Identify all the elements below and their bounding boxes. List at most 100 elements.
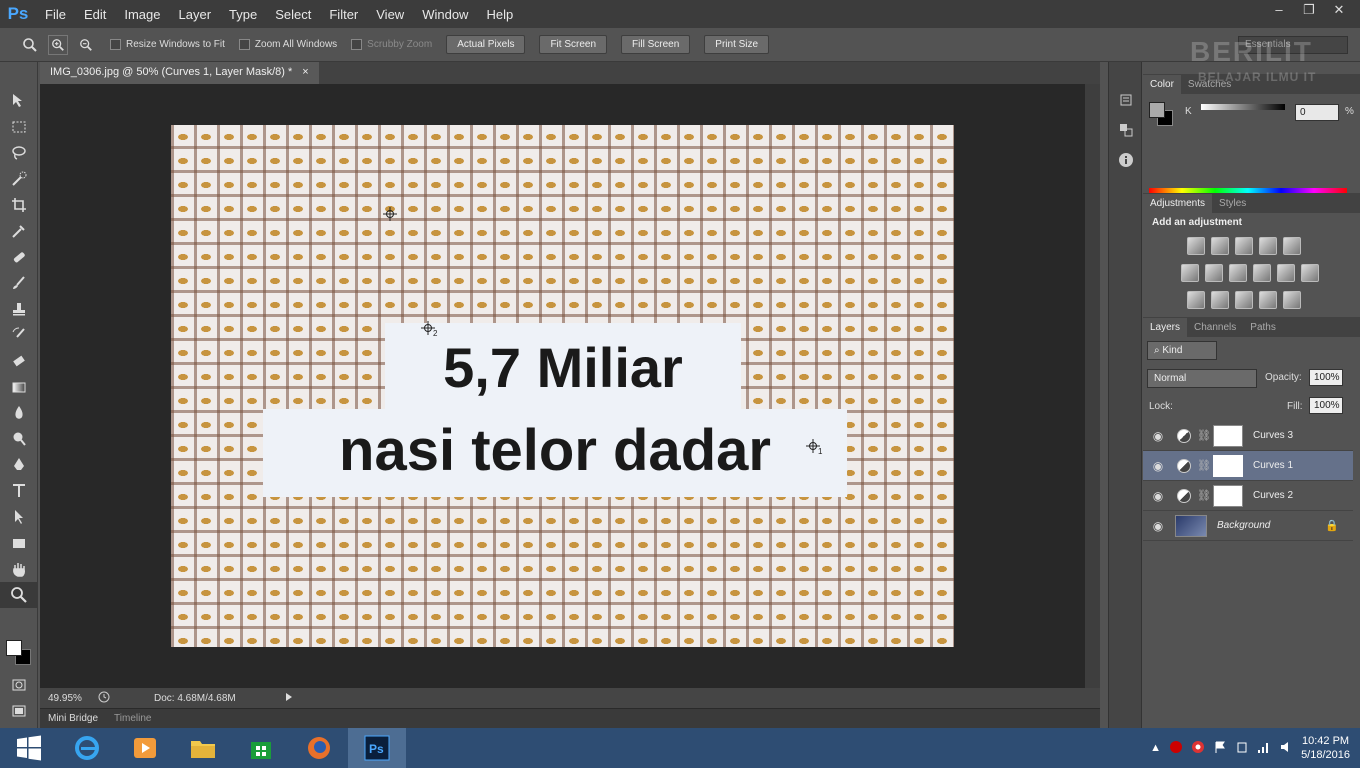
crop-tool-icon[interactable] — [0, 192, 38, 218]
menu-layer[interactable]: Layer — [170, 7, 221, 22]
tab-timeline[interactable]: Timeline — [106, 710, 159, 727]
menu-select[interactable]: Select — [266, 7, 320, 22]
file-explorer-icon[interactable] — [174, 728, 232, 768]
vibrance-adjustment-icon[interactable] — [1283, 237, 1301, 255]
signal-icon[interactable] — [1257, 740, 1271, 757]
menu-image[interactable]: Image — [115, 7, 169, 22]
restore-button[interactable]: ❐ — [1294, 0, 1324, 20]
properties-panel-icon[interactable] — [1109, 118, 1143, 142]
lasso-tool-icon[interactable] — [0, 140, 38, 166]
vertical-scrollbar[interactable] — [1085, 84, 1100, 688]
tab-styles[interactable]: Styles — [1212, 194, 1253, 213]
curves-adjustment-icon[interactable] — [1235, 237, 1253, 255]
visibility-eye-icon[interactable]: ◉ — [1143, 519, 1173, 533]
brightness-adjustment-icon[interactable] — [1187, 237, 1205, 255]
layer-mask-thumbnail[interactable] — [1213, 454, 1243, 477]
actual-pixels-button[interactable]: Actual Pixels — [446, 35, 526, 54]
zoom-tool-icon[interactable] — [20, 35, 40, 55]
eyedropper-tool-icon[interactable] — [0, 218, 38, 244]
visibility-eye-icon[interactable]: ◉ — [1143, 429, 1173, 443]
document-image[interactable]: 5,7 Miliar nasi telor dadar 2 1 — [171, 125, 954, 647]
mask-link-icon[interactable]: ⛓ — [1197, 489, 1211, 502]
menu-edit[interactable]: Edit — [75, 7, 115, 22]
channel-mixer-adjustment-icon[interactable] — [1277, 264, 1295, 282]
quick-selection-tool-icon[interactable] — [0, 166, 38, 192]
photo-filter-adjustment-icon[interactable] — [1253, 264, 1271, 282]
visibility-eye-icon[interactable]: ◉ — [1143, 489, 1173, 503]
tab-paths[interactable]: Paths — [1243, 318, 1283, 337]
rectangle-tool-icon[interactable] — [0, 530, 38, 556]
gradient-tool-icon[interactable] — [0, 374, 38, 400]
foreground-color-swatch[interactable] — [6, 640, 22, 656]
color-sampler-icon[interactable] — [383, 207, 397, 223]
tray-overflow-icon[interactable]: ▲ — [1150, 742, 1161, 754]
start-button-icon[interactable] — [0, 728, 58, 768]
tab-adjustments[interactable]: Adjustments — [1143, 194, 1213, 213]
hand-tool-icon[interactable] — [0, 556, 38, 582]
type-tool-icon[interactable] — [0, 478, 38, 504]
color-panel-foreground-swatch[interactable] — [1149, 102, 1165, 118]
marquee-tool-icon[interactable] — [0, 114, 38, 140]
power-icon[interactable] — [1235, 740, 1249, 757]
k-value-input[interactable]: 0 — [1295, 104, 1339, 121]
store-icon[interactable] — [232, 728, 290, 768]
media-player-icon[interactable] — [116, 728, 174, 768]
pen-tool-icon[interactable] — [0, 452, 38, 478]
taskbar-clock[interactable]: 10:42 PM 5/18/2016 — [1301, 734, 1350, 762]
mask-link-icon[interactable]: ⛓ — [1197, 429, 1211, 442]
visibility-eye-icon[interactable]: ◉ — [1143, 459, 1173, 473]
color-sampler-2-icon[interactable]: 2 — [421, 321, 437, 338]
fill-screen-button[interactable]: Fill Screen — [621, 35, 691, 54]
screen-mode-icon[interactable] — [0, 698, 38, 724]
firefox-icon[interactable] — [290, 728, 348, 768]
record-icon[interactable] — [1169, 740, 1183, 757]
fit-screen-button[interactable]: Fit Screen — [539, 35, 608, 54]
menu-file[interactable]: File — [36, 7, 75, 22]
brush-tool-icon[interactable] — [0, 270, 38, 296]
dodge-tool-icon[interactable] — [0, 426, 38, 452]
volume-icon[interactable] — [1279, 740, 1293, 757]
menu-type[interactable]: Type — [220, 7, 266, 22]
healing-brush-tool-icon[interactable] — [0, 244, 38, 270]
history-brush-tool-icon[interactable] — [0, 322, 38, 348]
scrubby-zoom-checkbox[interactable]: Scrubby Zoom — [351, 39, 432, 50]
zoom-tool-selected-icon[interactable] — [0, 582, 38, 608]
gradient-map-adjustment-icon[interactable] — [1283, 291, 1301, 309]
info-panel-icon[interactable] — [1109, 148, 1143, 172]
selective-color-adjustment-icon[interactable] — [1259, 291, 1277, 309]
color-balance-adjustment-icon[interactable] — [1205, 264, 1223, 282]
eraser-tool-icon[interactable] — [0, 348, 38, 374]
history-panel-icon[interactable] — [1109, 88, 1143, 112]
print-size-button[interactable]: Print Size — [704, 35, 770, 54]
menu-view[interactable]: View — [367, 7, 413, 22]
resize-windows-checkbox[interactable]: Resize Windows to Fit — [110, 39, 225, 50]
mask-link-icon[interactable]: ⛓ — [1197, 459, 1211, 472]
zoom-level[interactable]: 49.95% — [48, 693, 94, 704]
tab-layers[interactable]: Layers — [1143, 318, 1188, 337]
opacity-input[interactable]: 100% — [1309, 369, 1343, 386]
k-slider[interactable] — [1201, 104, 1285, 110]
clone-stamp-tool-icon[interactable] — [0, 296, 38, 322]
path-selection-tool-icon[interactable] — [0, 504, 38, 530]
threshold-adjustment-icon[interactable] — [1235, 291, 1253, 309]
color-sampler-1-icon[interactable]: 1 — [806, 439, 822, 456]
exposure-adjustment-icon[interactable] — [1259, 237, 1277, 255]
zoom-all-checkbox[interactable]: Zoom All Windows — [238, 39, 337, 50]
layer-row-curves-2[interactable]: ◉ ⛓ Curves 2 — [1143, 481, 1353, 511]
document-tab[interactable]: IMG_0306.jpg @ 50% (Curves 1, Layer Mask… — [40, 62, 319, 84]
photoshop-taskbar-icon[interactable]: Ps — [348, 728, 406, 768]
close-button[interactable]: ✕ — [1324, 0, 1354, 20]
status-options-icon[interactable] — [98, 691, 110, 706]
zoom-out-icon[interactable] — [76, 35, 96, 55]
hue-saturation-adjustment-icon[interactable] — [1181, 264, 1199, 282]
internet-explorer-icon[interactable] — [58, 728, 116, 768]
menu-window[interactable]: Window — [413, 7, 477, 22]
blur-tool-icon[interactable] — [0, 400, 38, 426]
color-lookup-adjustment-icon[interactable] — [1301, 264, 1319, 282]
blend-mode-select[interactable]: Normal — [1147, 369, 1257, 388]
posterize-adjustment-icon[interactable] — [1211, 291, 1229, 309]
fill-input[interactable]: 100% — [1309, 397, 1343, 414]
status-menu-arrow-icon[interactable] — [284, 692, 294, 705]
layer-mask-thumbnail[interactable] — [1213, 484, 1243, 507]
zoom-in-icon[interactable] — [48, 34, 68, 55]
